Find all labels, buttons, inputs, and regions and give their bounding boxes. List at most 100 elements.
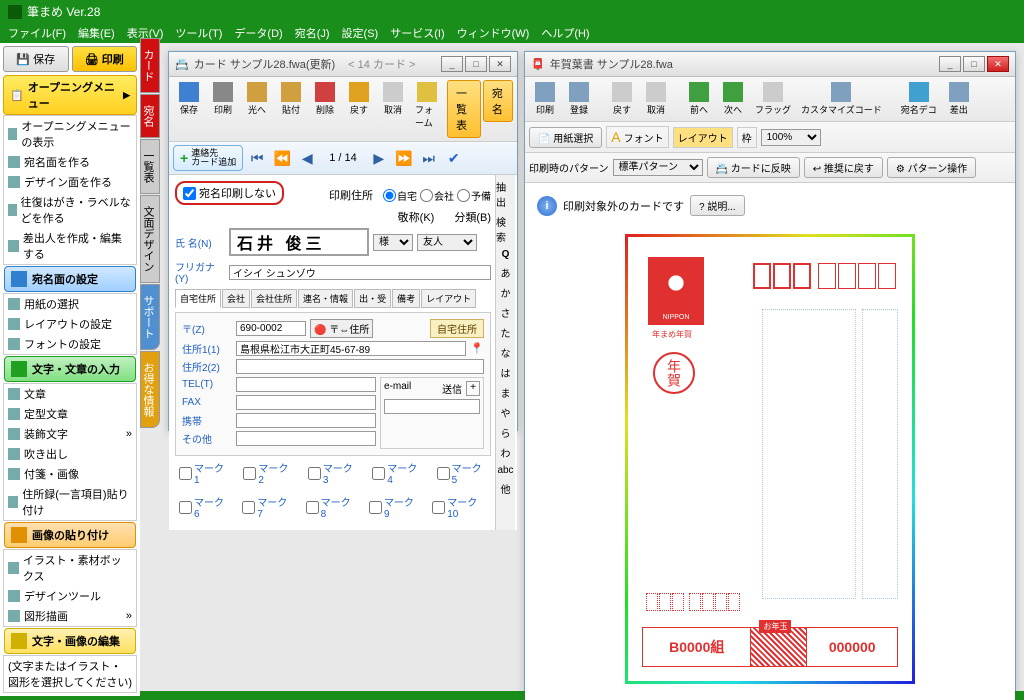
print-button[interactable]: 🖨 印刷 [72,46,138,72]
opening-item-sender[interactable]: 差出人を作成・編集する [4,228,136,264]
mark2[interactable]: マーク2 [243,460,293,486]
menu-service[interactable]: サービス(I) [390,25,444,41]
mark6[interactable]: マーク6 [179,494,228,520]
menu-atena[interactable]: 宛名(J) [295,25,330,41]
opening-menu-button[interactable]: 📋 オープニングメニュー [3,75,137,115]
mobile-input[interactable] [236,413,376,428]
tab-joint[interactable]: 連名・情報 [298,289,353,308]
addr-item-font[interactable]: フォントの設定 [4,334,136,354]
post-close-button[interactable]: ✕ [987,56,1009,72]
menu-help[interactable]: ヘルプ(H) [541,25,589,41]
other-input[interactable] [236,431,376,446]
addr1-input[interactable] [236,341,466,356]
menu-data[interactable]: データ(D) [234,25,282,41]
ptool-next[interactable]: 次へ [717,80,749,118]
card-max-button[interactable]: □ [465,56,487,72]
text-item-addrbook[interactable]: 住所録(一言項目)貼り付け [4,484,136,520]
keisho-select[interactable]: 様 [373,234,413,251]
postcard-preview[interactable]: NIPPON 年まめ年賀 年賀 [625,234,915,684]
ptool-prev[interactable]: 前へ [683,80,715,118]
map-pin-icon[interactable]: 📍 [470,342,484,355]
menu-file[interactable]: ファイル(F) [8,25,66,41]
opening-item-show[interactable]: オープニングメニューの表示 [4,116,136,152]
tool-save[interactable]: 保存 [173,80,205,118]
side-tab-info[interactable]: お得な情報 [140,351,160,428]
img-item-shape[interactable]: 図形描画» [4,606,136,626]
tool-undo[interactable]: 戻す [343,80,375,118]
side-tab-atena[interactable]: 宛名 [140,94,160,138]
mark8[interactable]: マーク8 [306,494,355,520]
ptool-deco[interactable]: 宛名デコ [897,80,941,118]
side-tab-support[interactable]: サポート [140,284,160,350]
help-button[interactable]: ? 説明... [690,195,745,216]
text-item-fixed[interactable]: 定型文章 [4,404,136,424]
ptool-redo[interactable]: 取消 [640,80,672,118]
text-item-deco[interactable]: 装飾文字» [4,424,136,444]
post-min-button[interactable]: _ [939,56,961,72]
save-button[interactable]: 💾 保存 [3,46,69,72]
addr-item-paper[interactable]: 用紙の選択 [4,294,136,314]
mark9[interactable]: マーク9 [369,494,418,520]
bunrui-select[interactable]: 友人 [417,234,477,251]
text-item-text[interactable]: 文章 [4,384,136,404]
mark3[interactable]: マーク3 [308,460,358,486]
furigana-input[interactable] [229,265,491,280]
zip-lookup-button[interactable]: 🔴 〒⇔住所 [310,319,373,338]
reflect-button[interactable]: 📇 カードに反映 [707,157,800,178]
address-area[interactable] [762,309,856,599]
list-view-button[interactable]: 一覧表 [447,80,481,138]
pattern-op-button[interactable]: ⚙ パターン操作 [887,157,976,178]
menu-tool[interactable]: ツール(T) [175,25,222,41]
menu-settings[interactable]: 設定(S) [342,25,379,41]
contact-add-button[interactable]: +連絡先カード追加 [173,145,243,171]
pattern-select[interactable]: 標準パターン [613,159,703,176]
revert-button[interactable]: ↩ 推奨に戻す [804,157,883,178]
menu-window[interactable]: ウィンドウ(W) [457,25,530,41]
tab-sent-recv[interactable]: 出・受 [354,289,391,308]
tab-company[interactable]: 会社 [222,289,250,308]
opening-item-design[interactable]: デザイン面を作る [4,172,136,192]
mark5[interactable]: マーク5 [437,460,487,486]
font-button[interactable]: Aフォント [606,126,668,148]
add-email-button[interactable]: + [466,381,480,396]
img-item-illust[interactable]: イラスト・素材ボックス [4,550,136,586]
name-input[interactable] [229,228,369,256]
mark4[interactable]: マーク4 [372,460,422,486]
opening-item-atena[interactable]: 宛名面を作る [4,152,136,172]
tool-delete[interactable]: 削除 [309,80,341,118]
text-item-balloon[interactable]: 吹き出し [4,444,136,464]
nav-prev[interactable]: ◀ [296,147,318,169]
img-item-design[interactable]: デザインツール [4,586,136,606]
fax-input[interactable] [236,395,376,410]
atena-button[interactable]: 宛 名 [483,80,513,122]
side-tab-list[interactable]: 一覧表 [140,139,160,194]
paper-select-button[interactable]: 📄 用紙選択 [529,127,602,148]
zoom-select[interactable]: 100% [761,129,821,146]
tool-paste[interactable]: 貼付 [275,80,307,118]
side-tab-card[interactable]: カード [140,38,160,93]
ptool-register[interactable]: 登録 [563,80,595,118]
menu-edit[interactable]: 編集(E) [78,25,115,41]
mark10[interactable]: マーク10 [432,494,487,520]
tool-print[interactable]: 印刷 [207,80,239,118]
post-max-button[interactable]: □ [963,56,985,72]
mark7[interactable]: マーク7 [242,494,291,520]
tel-input[interactable] [236,377,376,392]
nav-forward[interactable]: ⏩ [393,147,415,169]
ptool-barcode[interactable]: カスタマイズコード [797,80,886,118]
section-image-paste[interactable]: 画像の貼り付け [4,522,136,548]
ptool-undo[interactable]: 戻す [606,80,638,118]
zip-input[interactable] [236,321,306,336]
tool-redo[interactable]: 取消 [377,80,409,118]
nav-first[interactable]: ⏮ [246,147,268,169]
text-item-sticky[interactable]: 付箋・画像 [4,464,136,484]
nav-rewind[interactable]: ⏪ [271,147,293,169]
section-edit[interactable]: 文字・画像の編集 [4,628,136,654]
tab-layout[interactable]: レイアウト [421,289,476,308]
tab-memo[interactable]: 備考 [392,289,420,308]
ptool-flag[interactable]: フラッグ [751,80,795,118]
kana-index[interactable]: 抽出検索Q あかさ たなは まやら わabc他 [495,175,515,530]
card-close-button[interactable]: ✕ [489,56,511,72]
name-area[interactable] [862,309,898,599]
mark1[interactable]: マーク1 [179,460,229,486]
